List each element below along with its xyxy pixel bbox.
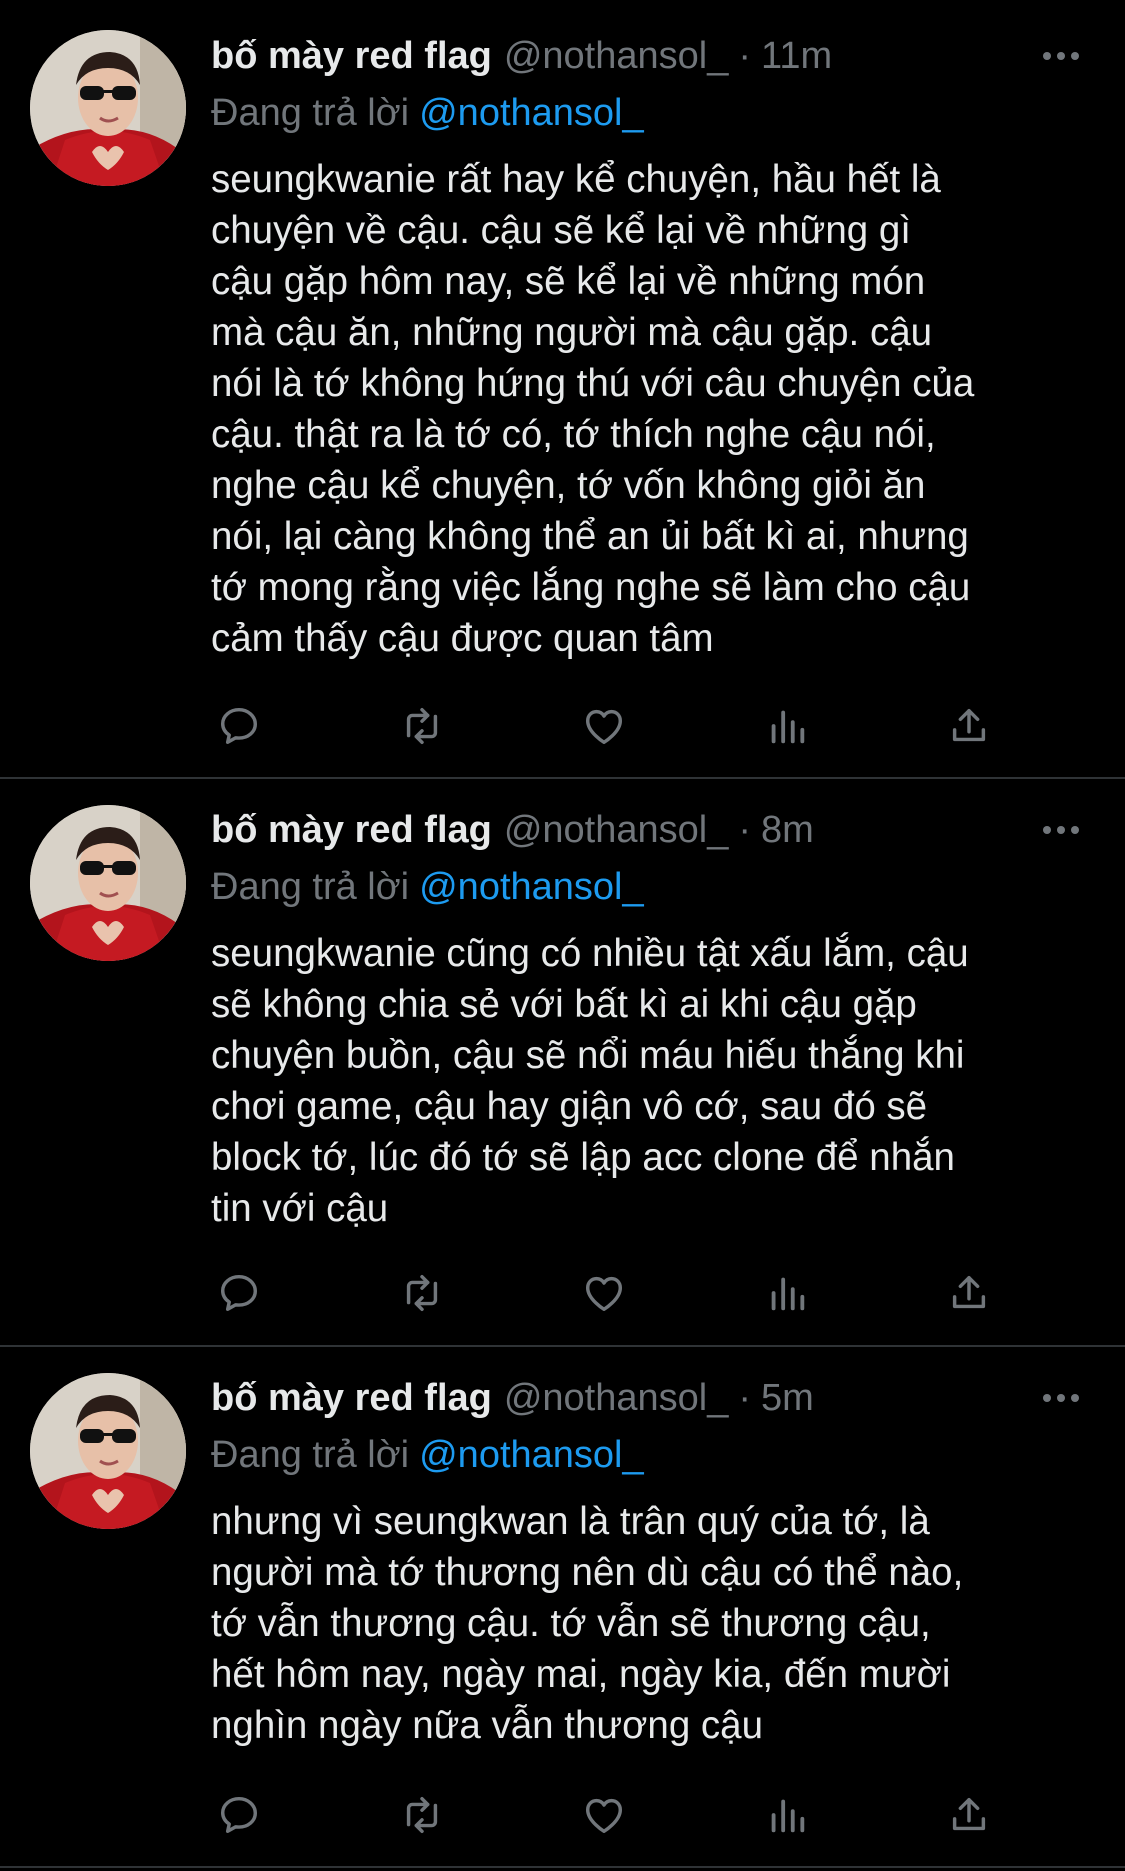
timestamp[interactable]: 8m: [761, 802, 814, 858]
replying-label: Đang trả lời: [211, 92, 410, 134]
reply-icon[interactable]: [211, 1265, 267, 1321]
mention-link[interactable]: @nothansol_: [419, 866, 644, 908]
replying-to: Đang trả lời @nothansol_: [211, 88, 644, 138]
more-horizontal-icon[interactable]: [1041, 810, 1081, 850]
replying-label: Đang trả lời: [211, 1434, 410, 1476]
share-icon[interactable]: [941, 698, 997, 754]
like-icon[interactable]: [576, 1787, 632, 1843]
separator: ·: [738, 809, 752, 851]
user-handle[interactable]: @nothansol_: [504, 1370, 729, 1426]
replying-to: Đang trả lời @nothansol_: [211, 862, 644, 912]
tweet-header: bố mày red flag @nothansol_ · 11m: [211, 28, 1095, 84]
user-handle[interactable]: @nothansol_: [504, 802, 729, 858]
replying-to: Đang trả lời @nothansol_: [211, 1430, 644, 1480]
more-horizontal-icon[interactable]: [1041, 36, 1081, 76]
timestamp[interactable]: 5m: [761, 1370, 814, 1426]
avatar[interactable]: [30, 30, 186, 186]
more-horizontal-icon[interactable]: [1041, 1378, 1081, 1418]
tweet[interactable]: bố mày red flag @nothansol_ · 8m Đang tr…: [0, 779, 1125, 1347]
retweet-icon[interactable]: [394, 698, 450, 754]
mention-link[interactable]: @nothansol_: [419, 1434, 644, 1476]
tweet[interactable]: bố mày red flag @nothansol_ · 11m Đang t…: [0, 0, 1125, 778]
share-icon[interactable]: [941, 1265, 997, 1321]
display-name[interactable]: bố mày red flag: [211, 1370, 492, 1426]
mention-link[interactable]: @nothansol_: [419, 92, 644, 134]
share-icon[interactable]: [941, 1787, 997, 1843]
timestamp[interactable]: 11m: [761, 28, 832, 84]
reply-icon[interactable]: [211, 1787, 267, 1843]
views-icon[interactable]: [759, 1265, 815, 1321]
tweet-text: seungkwanie rất hay kể chuyện, hầu hết l…: [211, 158, 975, 660]
tweet[interactable]: bố mày red flag @nothansol_ · 5m Đang tr…: [0, 1347, 1125, 1867]
tweet-header: bố mày red flag @nothansol_ · 5m: [211, 1370, 1095, 1426]
avatar[interactable]: [30, 805, 186, 961]
tweet-header: bố mày red flag @nothansol_ · 8m: [211, 802, 1095, 858]
timeline: bố mày red flag @nothansol_ · 11m Đang t…: [0, 0, 1125, 1871]
user-handle[interactable]: @nothansol_: [504, 28, 729, 84]
tweet-text: seungkwanie cũng có nhiều tật xấu lắm, c…: [211, 932, 969, 1230]
action-bar: [211, 1787, 1011, 1843]
action-bar: [211, 1265, 1011, 1321]
action-bar: [211, 698, 1011, 754]
divider: [0, 1866, 1125, 1868]
replying-label: Đang trả lời: [211, 866, 410, 908]
display-name[interactable]: bố mày red flag: [211, 802, 492, 858]
avatar[interactable]: [30, 1373, 186, 1529]
retweet-icon[interactable]: [394, 1787, 450, 1843]
reply-icon[interactable]: [211, 698, 267, 754]
views-icon[interactable]: [759, 1787, 815, 1843]
display-name[interactable]: bố mày red flag: [211, 28, 492, 84]
views-icon[interactable]: [759, 698, 815, 754]
separator: ·: [738, 35, 752, 77]
like-icon[interactable]: [576, 1265, 632, 1321]
retweet-icon[interactable]: [394, 1265, 450, 1321]
like-icon[interactable]: [576, 698, 632, 754]
separator: ·: [738, 1377, 752, 1419]
tweet-text: nhưng vì seungkwan là trân quý của tớ, l…: [211, 1500, 964, 1747]
